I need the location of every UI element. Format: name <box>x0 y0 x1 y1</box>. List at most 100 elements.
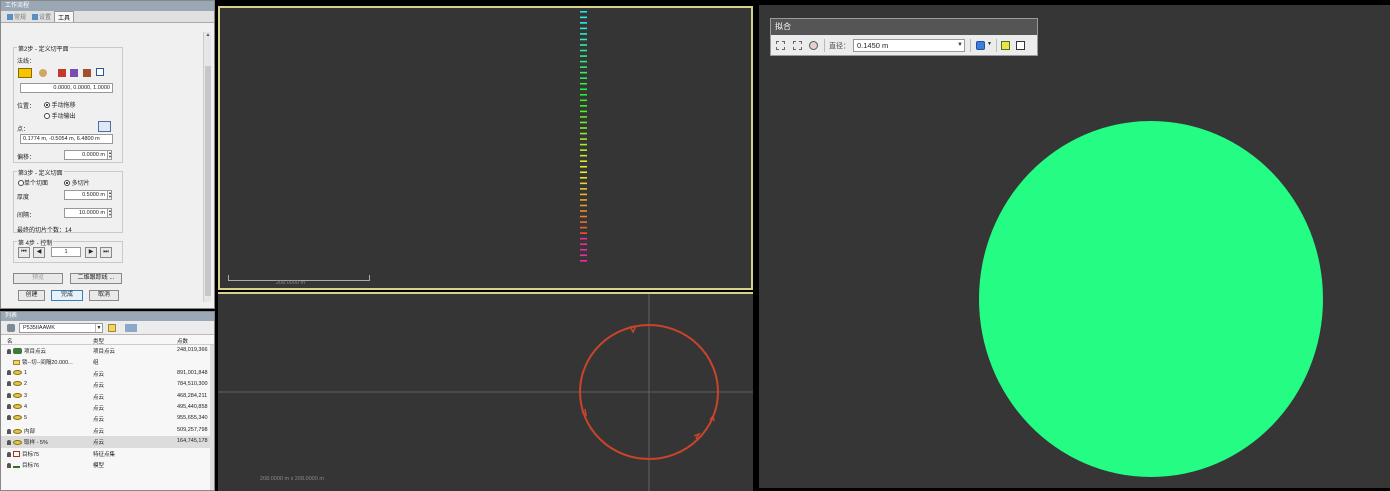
visibility-icon[interactable] <box>7 451 11 457</box>
slice-mark <box>580 132 587 135</box>
tab-settings[interactable]: 设置 <box>29 11 54 22</box>
scan-icon[interactable] <box>7 324 15 332</box>
list-item[interactable]: 4 点云 495,440,858 <box>1 402 214 413</box>
offset-field[interactable]: 0.0000 m ▲ ▼ <box>64 150 112 160</box>
toolbar-separator <box>970 39 971 52</box>
align-icon[interactable] <box>58 69 66 77</box>
list-item[interactable]: 锁--切--间隔20.000... 组 <box>1 356 214 367</box>
eye-dropdown-icon[interactable] <box>39 69 47 77</box>
table-icon[interactable] <box>96 68 104 76</box>
list-item[interactable]: 3 点云 468,284,211 <box>1 391 214 402</box>
select-icon[interactable] <box>776 41 785 50</box>
fit-viewport[interactable]: 拟合 直径： 0.1450 m ▼ ▼ <box>759 5 1390 488</box>
position-option-input[interactable]: 手动输出 <box>44 111 76 120</box>
prev-slice-button[interactable]: ◀ <box>33 247 45 258</box>
chevron-down-icon[interactable]: ▼ <box>957 40 963 51</box>
column-type[interactable]: 类型 <box>93 337 104 345</box>
visibility-icon[interactable] <box>7 428 11 434</box>
visibility-icon[interactable] <box>7 440 11 446</box>
radio-drag[interactable] <box>44 102 50 109</box>
two-d-tracking-button[interactable]: 二维跟踪线 ... <box>70 273 122 284</box>
preview-button[interactable]: 预览 <box>13 273 63 284</box>
chevron-down-icon[interactable]: ▼ <box>95 324 102 332</box>
slice-mark <box>580 143 587 146</box>
point-label: 点： <box>17 127 30 133</box>
move-icon[interactable] <box>70 69 78 77</box>
finish-button[interactable]: 完成 <box>51 290 83 301</box>
list-scrollbar[interactable] <box>210 345 214 490</box>
cylinder-dropdown-icon[interactable]: ▼ <box>987 41 992 47</box>
top-viewport[interactable]: 208.0000 m <box>218 6 753 290</box>
workflow-scrollbar[interactable]: ▲ <box>203 32 211 302</box>
visibility-icon[interactable] <box>7 349 11 354</box>
visibility-icon[interactable] <box>7 462 11 468</box>
rotate-icon[interactable] <box>83 69 91 77</box>
list-item[interactable]: 目标75 特征点集 <box>1 448 214 459</box>
tab-tools[interactable]: 工具 <box>54 11 75 22</box>
list-item[interactable]: 1 点云 891,001,848 <box>1 368 214 379</box>
mode-option-multi[interactable]: 多切片 <box>64 178 90 187</box>
point-cloud-icon <box>13 403 22 409</box>
list-item[interactable]: 项目点云 项目点云 248,019,366 <box>1 345 214 356</box>
folder-icon[interactable] <box>108 324 116 332</box>
visibility-icon[interactable] <box>7 392 11 398</box>
diameter-combo[interactable]: 0.1450 m ▼ <box>853 39 965 52</box>
step3-title: 第3步 - 定义切面 <box>17 168 64 177</box>
toolbar-separator <box>996 39 997 52</box>
list-item[interactable]: 5 点云 955,655,340 <box>1 413 214 424</box>
visibility-icon[interactable] <box>7 369 11 375</box>
mode-option-single[interactable]: 单个切面 <box>18 178 48 187</box>
deselect-icon[interactable] <box>793 41 802 50</box>
slice-mark <box>580 116 587 118</box>
radio-multi[interactable] <box>64 180 70 187</box>
last-slice-button[interactable]: ⏭ <box>100 247 112 258</box>
exit-fit-icon[interactable] <box>1016 41 1025 50</box>
offset-spin-icon[interactable]: ▲ ▼ <box>107 151 111 159</box>
position-option-drag[interactable]: 手动拖移 <box>44 100 76 109</box>
visibility-icon[interactable] <box>7 381 11 387</box>
slice-index-field[interactable]: 1 <box>51 247 81 257</box>
visibility-icon[interactable] <box>7 415 11 421</box>
cylinder-icon[interactable] <box>976 41 985 50</box>
spacing-field[interactable]: 10.0000 m ▲ ▼ <box>64 208 112 218</box>
fit-toolbar: 拟合 直径： 0.1450 m ▼ ▼ <box>770 18 1038 56</box>
thickness-field[interactable]: 0.5000 m ▲ ▼ <box>64 190 112 200</box>
list-item-selected[interactable]: 取样 - 5% 点云 164,745,178 <box>1 436 214 448</box>
visibility-icon[interactable] <box>7 403 11 409</box>
project-combo[interactable]: P535IIAAWK ▼ <box>19 323 103 333</box>
view-options-icon[interactable] <box>125 324 137 332</box>
slice-mark <box>580 16 587 19</box>
spacing-spin-icon[interactable]: ▲ ▼ <box>107 209 111 217</box>
pick-point-icon[interactable] <box>98 121 111 132</box>
first-slice-button[interactable]: ⏮ <box>18 247 30 258</box>
workflow-panel: 工作流程 常规 设置 工具 ▲ 第2步 - 定义切平面 法线： 0.0000, … <box>0 0 215 309</box>
normal-field[interactable]: 0.0000, 0.0000, 1.0000 <box>20 83 113 93</box>
radio-input[interactable] <box>44 113 50 120</box>
column-name[interactable]: 名 <box>7 337 13 345</box>
slice-mark <box>580 77 587 79</box>
slice-mark <box>580 22 587 24</box>
cancel-button[interactable]: 取消 <box>89 290 119 301</box>
point-field[interactable]: 0.1774 m, -0.5054 m, 6.4800 m <box>20 134 113 144</box>
list-item[interactable]: 2 点云 784,510,300 <box>1 379 214 390</box>
list-item[interactable]: 目标76 模型 <box>1 459 214 470</box>
slice-mark <box>580 27 587 30</box>
pick-normal-icon[interactable] <box>18 68 32 78</box>
slice-mark <box>580 94 587 96</box>
slice-mark <box>580 188 587 190</box>
slice-mark <box>580 204 587 207</box>
slice-mark <box>580 121 587 124</box>
column-count[interactable]: 点数 <box>177 337 188 345</box>
slice-mark <box>580 99 587 102</box>
fence-icon[interactable] <box>809 41 818 50</box>
tab-general[interactable]: 常规 <box>4 11 29 22</box>
thickness-spin-icon[interactable]: ▲ ▼ <box>107 191 111 199</box>
create-button[interactable]: 创建 <box>18 290 45 301</box>
scroll-thumb[interactable] <box>205 66 211 296</box>
scroll-up-arrow-icon[interactable]: ▲ <box>205 33 211 38</box>
slice-mark <box>580 226 587 229</box>
section-viewport[interactable]: 208.0000 m x 208.0000 m <box>218 292 753 491</box>
list-item[interactable]: 内部 点云 509,257,798 <box>1 425 214 436</box>
next-slice-button[interactable]: ▶ <box>85 247 97 258</box>
accept-fit-icon[interactable] <box>1001 41 1010 50</box>
